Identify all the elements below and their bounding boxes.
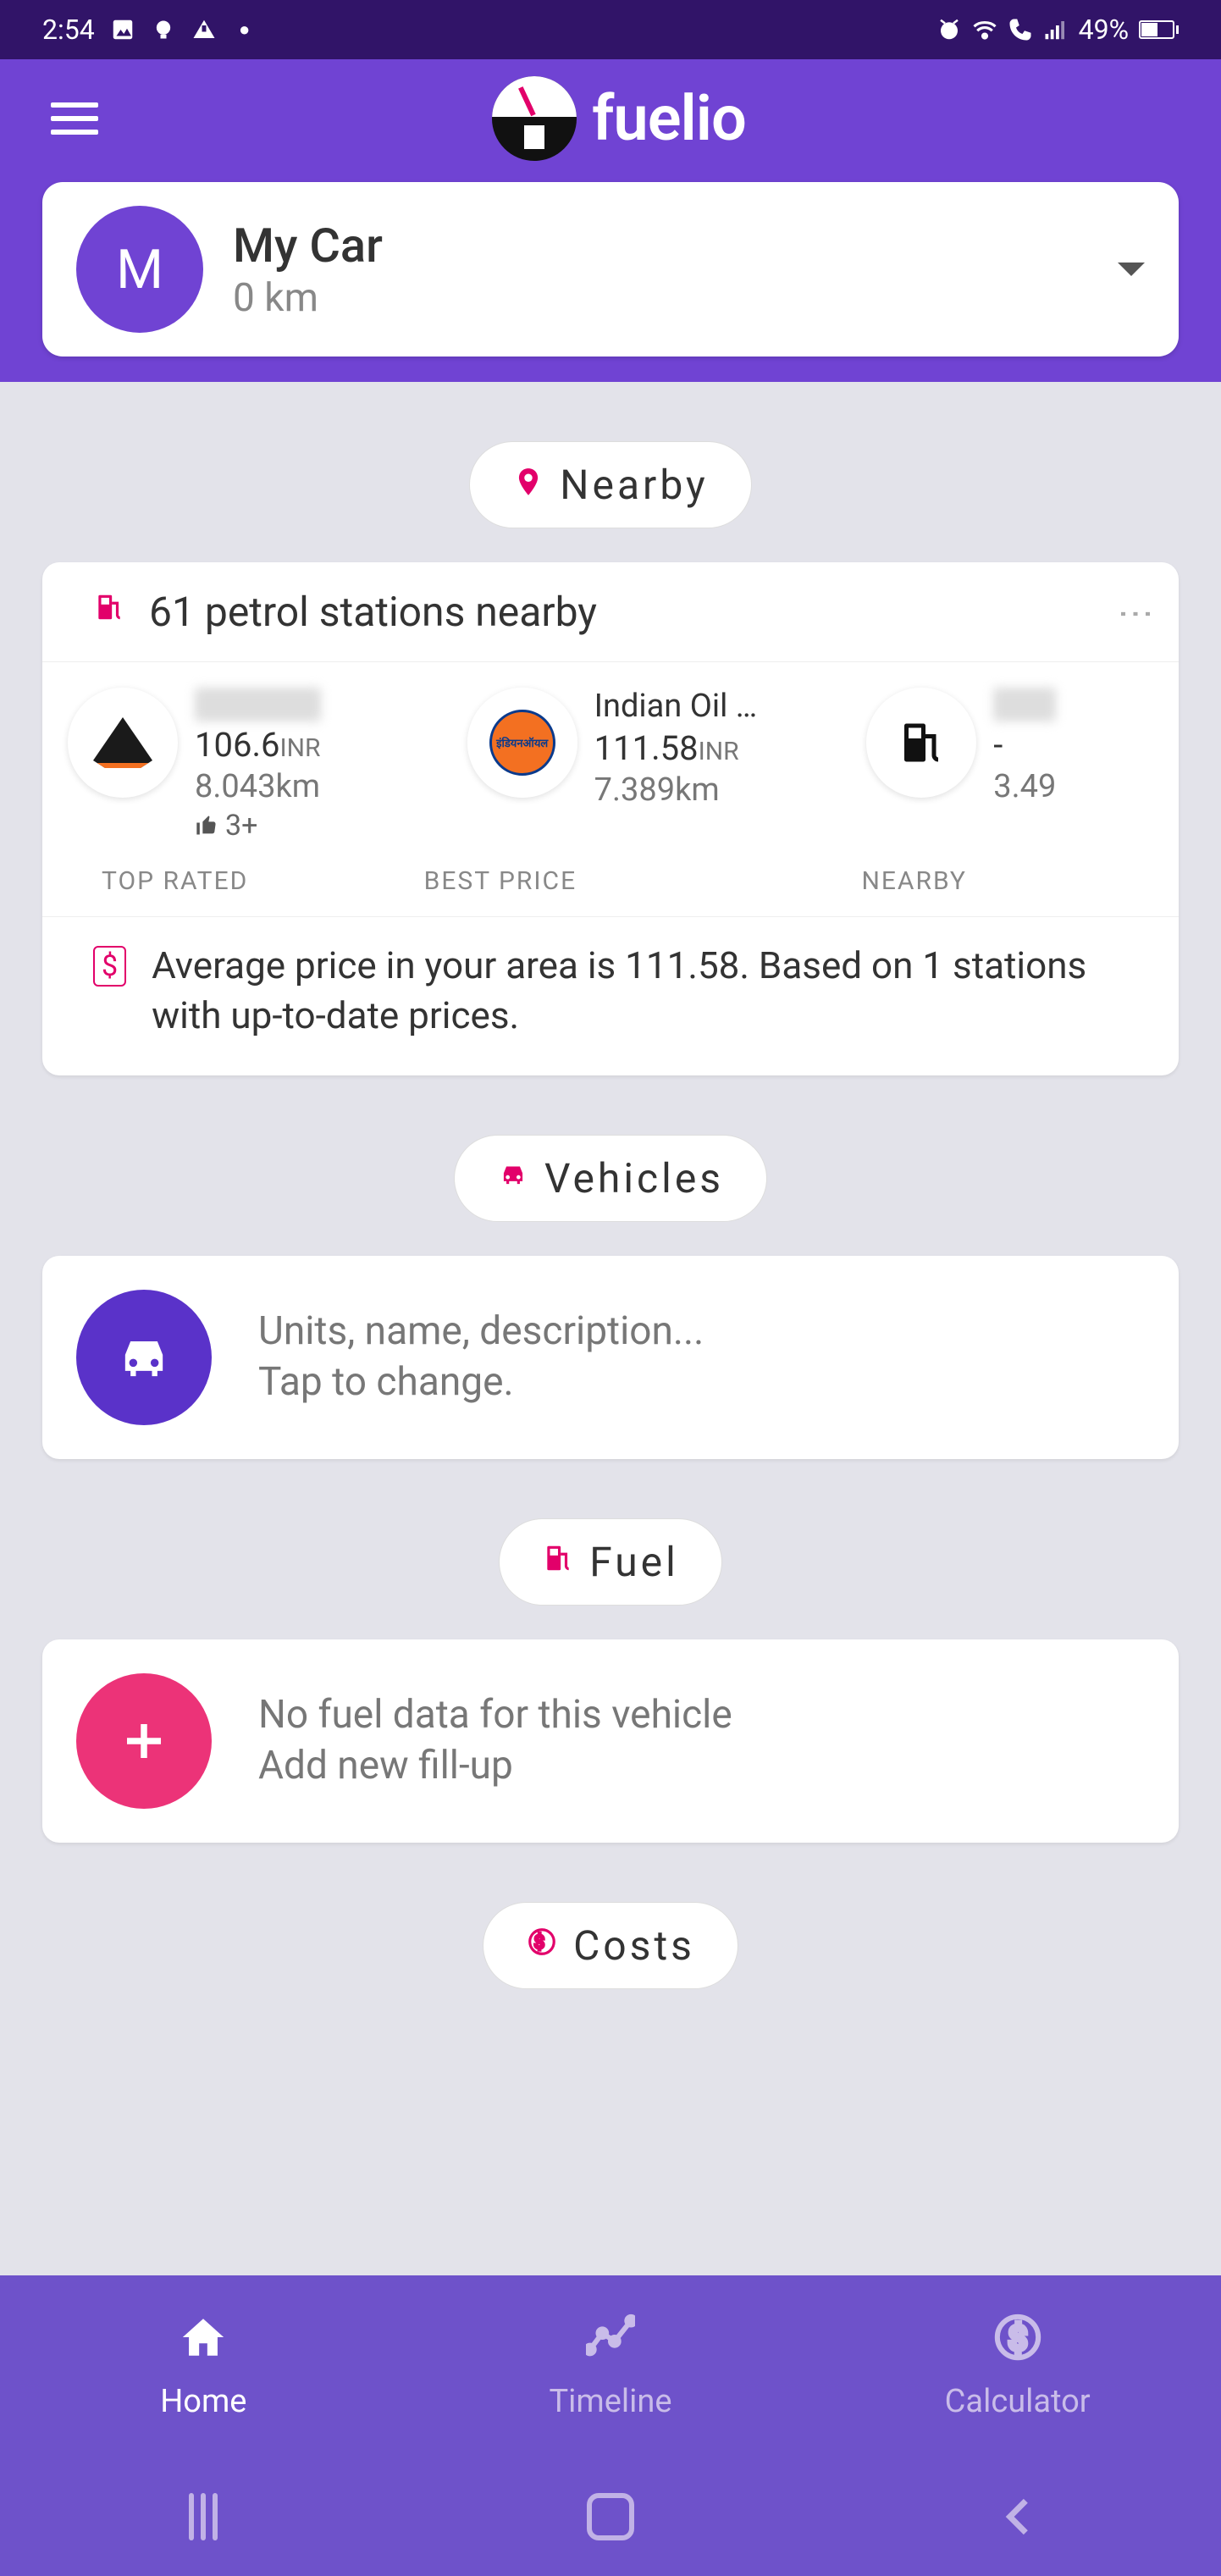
timeline-icon [586, 2313, 635, 2374]
gauge-icon [492, 76, 577, 161]
home-button[interactable] [577, 2483, 644, 2551]
app-logo: fuelio [98, 76, 1140, 161]
vehicles-card[interactable]: Units, name, description... Tap to chang… [42, 1256, 1179, 1459]
fuel-line2: Add new fill-up [258, 1741, 732, 1792]
station-price: - [993, 725, 1056, 765]
more-menu-button[interactable]: ⋮ [1127, 596, 1145, 628]
station-likes: 3+ [195, 809, 321, 843]
app-header: fuelio M My Car 0 km [0, 59, 1221, 382]
alarm-icon [936, 17, 962, 42]
vehicle-name: My Car [233, 218, 1088, 274]
costs-chip[interactable]: $ Costs [483, 1902, 738, 1989]
location-pin-icon [512, 463, 544, 507]
battery-percent: 49% [1079, 14, 1129, 46]
fuel-pump-icon [542, 1540, 574, 1584]
vehicles-line1: Units, name, description... [258, 1307, 704, 1357]
vehicle-selector[interactable]: M My Car 0 km [42, 182, 1179, 357]
station-best-price[interactable]: इंडियनऑयल Indian Oil … 111.58INR 7.389km [467, 688, 850, 843]
station-price: 111.58INR [594, 728, 758, 768]
station-brand-icon [866, 688, 976, 798]
menu-button[interactable] [51, 95, 98, 142]
call-icon [1008, 17, 1033, 42]
station-nearby[interactable]: - 3.49 [866, 688, 1153, 843]
home-icon [179, 2313, 228, 2374]
nearby-label: Nearby [560, 461, 708, 509]
nearby-card: 61 petrol stations nearby ⋮ 106.6INR 8.0… [42, 562, 1179, 1075]
add-icon[interactable] [76, 1673, 212, 1809]
nav-calculator[interactable]: $ Calculator [814, 2275, 1221, 2457]
calculator-icon: $ [993, 2313, 1042, 2374]
svg-text:$: $ [1008, 2320, 1027, 2358]
dollar-circle-icon: $ [526, 1923, 558, 1967]
fuel-pump-icon [93, 591, 125, 633]
vehicle-odometer: 0 km [233, 275, 1088, 321]
fuel-alert-icon [191, 17, 217, 42]
station-distance: 3.49 [993, 768, 1056, 805]
app-title: fuelio [592, 82, 746, 156]
fuel-card[interactable]: No fuel data for this vehicle Add new fi… [42, 1639, 1179, 1843]
svg-text:$: $ [534, 1932, 550, 1954]
station-price: 106.6INR [195, 725, 321, 765]
costs-label: Costs [573, 1921, 695, 1970]
station-tags: TOP RATED BEST PRICE NEARBY [42, 860, 1179, 916]
fuel-label: Fuel [589, 1538, 679, 1586]
system-nav [0, 2457, 1221, 2576]
vehicle-avatar: M [76, 206, 203, 333]
station-name [195, 688, 321, 721]
signal-icon [1043, 17, 1069, 42]
status-time: 2:54 [42, 14, 95, 46]
fuel-line1: No fuel data for this vehicle [258, 1690, 732, 1741]
wifi-icon [972, 17, 997, 42]
nearby-title: 61 petrol stations nearby [149, 588, 1103, 636]
back-button[interactable] [984, 2483, 1052, 2551]
car-icon [76, 1290, 212, 1425]
vehicles-label: Vehicles [544, 1154, 724, 1202]
nav-home[interactable]: Home [0, 2275, 407, 2457]
station-distance: 8.043km [195, 768, 321, 805]
car-icon [497, 1156, 529, 1200]
vehicles-line2: Tap to change. [258, 1357, 704, 1408]
nav-timeline[interactable]: Timeline [407, 2275, 815, 2457]
nearby-footer: $ Average price in your area is 111.58. … [42, 916, 1179, 1059]
battery-icon [1139, 20, 1179, 39]
station-brand-icon: इंडियनऑयल [467, 688, 577, 798]
status-bar: 2:54 ● 49% [0, 0, 1221, 59]
image-icon [110, 17, 135, 42]
recent-apps-button[interactable] [169, 2483, 237, 2551]
station-distance: 7.389km [594, 771, 758, 809]
cash-icon: $ [93, 946, 126, 987]
bulb-icon [151, 17, 176, 42]
station-top-rated[interactable]: 106.6INR 8.043km 3+ [68, 688, 450, 843]
dot-icon: ● [232, 17, 257, 42]
station-brand-icon [68, 688, 178, 798]
bottom-nav: Home Timeline $ Calculator [0, 2275, 1221, 2457]
station-name: Indian Oil … [594, 688, 758, 725]
station-name [993, 688, 1056, 721]
vehicles-chip[interactable]: Vehicles [454, 1135, 767, 1222]
fuel-chip[interactable]: Fuel [499, 1518, 722, 1606]
nearby-chip[interactable]: Nearby [469, 441, 751, 528]
chevron-down-icon [1118, 263, 1145, 276]
average-price-text: Average price in your area is 111.58. Ba… [152, 941, 1128, 1042]
